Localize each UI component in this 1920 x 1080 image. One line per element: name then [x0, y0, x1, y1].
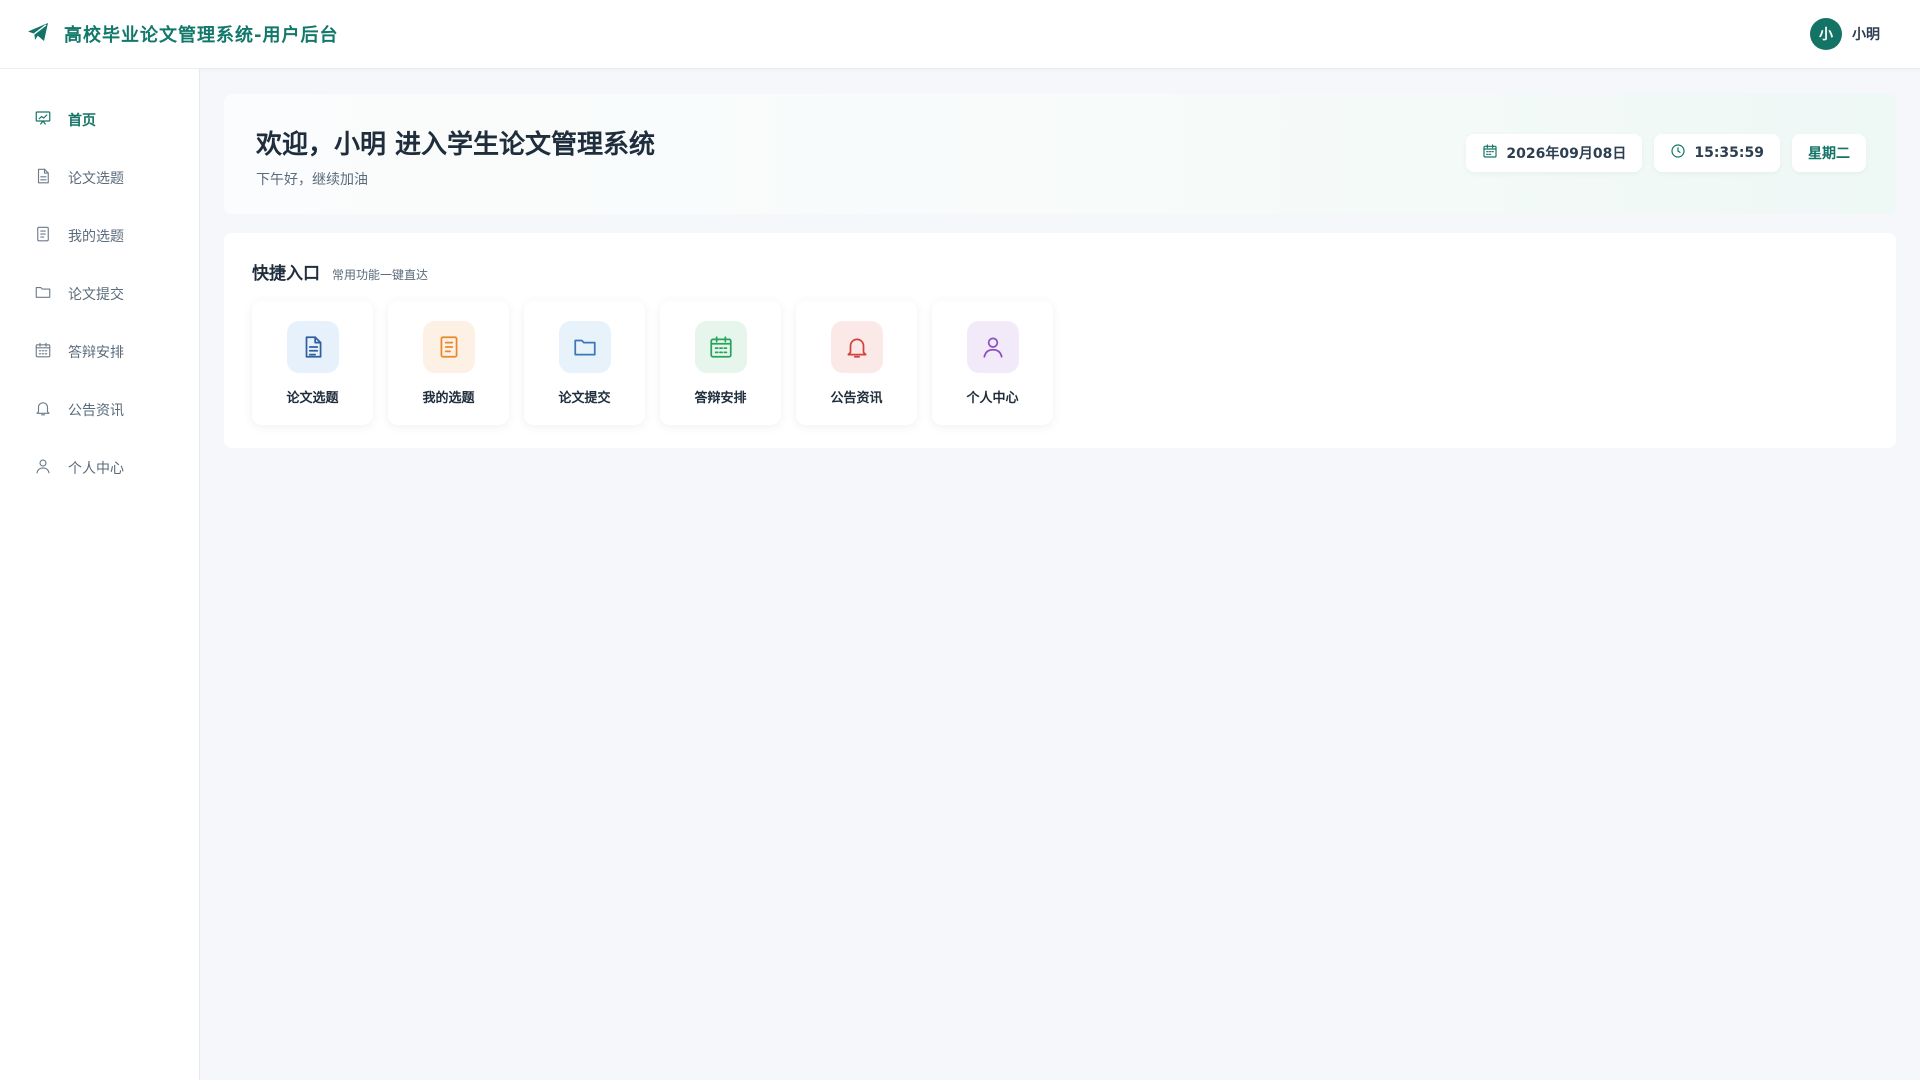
- user-icon: [34, 457, 52, 479]
- sidebar-item-announcements[interactable]: 公告资讯: [0, 381, 199, 439]
- app-title: 高校毕业论文管理系统-用户后台: [64, 25, 339, 46]
- sidebar-item-home[interactable]: 首页: [0, 91, 199, 149]
- paper-plane-icon: [26, 20, 50, 48]
- user-name[interactable]: 小明: [1852, 24, 1880, 44]
- presentation-chart-icon: [34, 109, 52, 131]
- quick-tile-label: 我的选题: [422, 391, 475, 406]
- folder-icon: [558, 321, 611, 373]
- quick-tile-label: 个人中心: [966, 391, 1019, 406]
- welcome-title: 欢迎，小明 进入学生论文管理系统: [256, 130, 656, 160]
- welcome-banner: 欢迎，小明 进入学生论文管理系统 下午好，继续加油 2026年09月08日 15…: [224, 94, 1896, 214]
- sidebar-item-defense[interactable]: 答辩安排: [0, 323, 199, 381]
- sidebar-item-label: 我的选题: [68, 229, 124, 245]
- quick-tile-defense[interactable]: 答辩安排: [660, 301, 781, 425]
- time-text: 15:35:59: [1694, 145, 1764, 161]
- quick-tile-label: 论文选题: [286, 391, 339, 406]
- quick-entry-subtitle: 常用功能一键直达: [332, 268, 429, 282]
- calendar-icon: [694, 321, 747, 373]
- folder-icon: [34, 283, 52, 305]
- quick-entry-panel: 快捷入口 常用功能一键直达 论文选题 我的选题 论文提交 答辩安排 公告资讯 个…: [224, 233, 1896, 448]
- quick-entry-header: 快捷入口 常用功能一键直达: [252, 259, 428, 284]
- calendar-icon: [1482, 143, 1506, 163]
- weekday-chip: 星期二: [1792, 134, 1866, 172]
- quick-tile-submission[interactable]: 论文提交: [524, 301, 645, 425]
- document-icon: [286, 321, 339, 373]
- sidebar-item-label: 公告资讯: [68, 403, 124, 419]
- sidebar-item-label: 论文选题: [68, 171, 124, 187]
- quick-tile-label: 论文提交: [558, 391, 611, 406]
- bell-icon: [34, 399, 52, 421]
- sidebar-menu: 首页 论文选题 我的选题 论文提交 答辩安排 公告资讯 个人中心: [0, 69, 199, 497]
- quick-tile-label: 公告资讯: [830, 391, 883, 406]
- quick-tile-profile[interactable]: 个人中心: [932, 301, 1053, 425]
- quick-entry-tiles: 论文选题 我的选题 论文提交 答辩安排 公告资讯 个人中心: [252, 301, 1068, 425]
- quick-entry-title: 快捷入口: [252, 264, 320, 284]
- date-time-chips: 2026年09月08日 15:35:59 星期二: [1454, 134, 1866, 172]
- sidebar: 首页 论文选题 我的选题 论文提交 答辩安排 公告资讯 个人中心: [0, 69, 200, 1080]
- sidebar-item-label: 论文提交: [68, 287, 124, 303]
- sidebar-item-submission[interactable]: 论文提交: [0, 265, 199, 323]
- top-bar: 高校毕业论文管理系统-用户后台 小 小明: [0, 0, 1920, 69]
- sidebar-item-thesis-topics[interactable]: 论文选题: [0, 149, 199, 207]
- sidebar-item-label: 答辩安排: [68, 345, 124, 361]
- quick-tile-announcements[interactable]: 公告资讯: [796, 301, 917, 425]
- sidebar-item-label: 个人中心: [68, 461, 124, 477]
- document-list-icon: [34, 225, 52, 247]
- bell-icon: [830, 321, 883, 373]
- quick-tile-thesis-topics[interactable]: 论文选题: [252, 301, 373, 425]
- quick-tile-label: 答辩安排: [694, 391, 747, 406]
- date-text: 2026年09月08日: [1506, 146, 1627, 162]
- date-chip: 2026年09月08日: [1466, 134, 1643, 172]
- sidebar-item-profile[interactable]: 个人中心: [0, 439, 199, 497]
- time-chip: 15:35:59: [1654, 134, 1780, 172]
- welcome-subtitle: 下午好，继续加油: [256, 172, 368, 188]
- brand[interactable]: 高校毕业论文管理系统-用户后台: [26, 20, 338, 48]
- avatar[interactable]: 小: [1810, 18, 1842, 50]
- user-menu[interactable]: 小 小明: [1810, 18, 1880, 50]
- document-icon: [34, 167, 52, 189]
- quick-tile-my-topics[interactable]: 我的选题: [388, 301, 509, 425]
- document-list-icon: [422, 321, 475, 373]
- user-icon: [966, 321, 1019, 373]
- sidebar-item-label: 首页: [68, 113, 96, 129]
- clock-icon: [1670, 143, 1694, 163]
- calendar-icon: [34, 341, 52, 363]
- sidebar-item-my-topics[interactable]: 我的选题: [0, 207, 199, 265]
- weekday-text: 星期二: [1808, 146, 1850, 162]
